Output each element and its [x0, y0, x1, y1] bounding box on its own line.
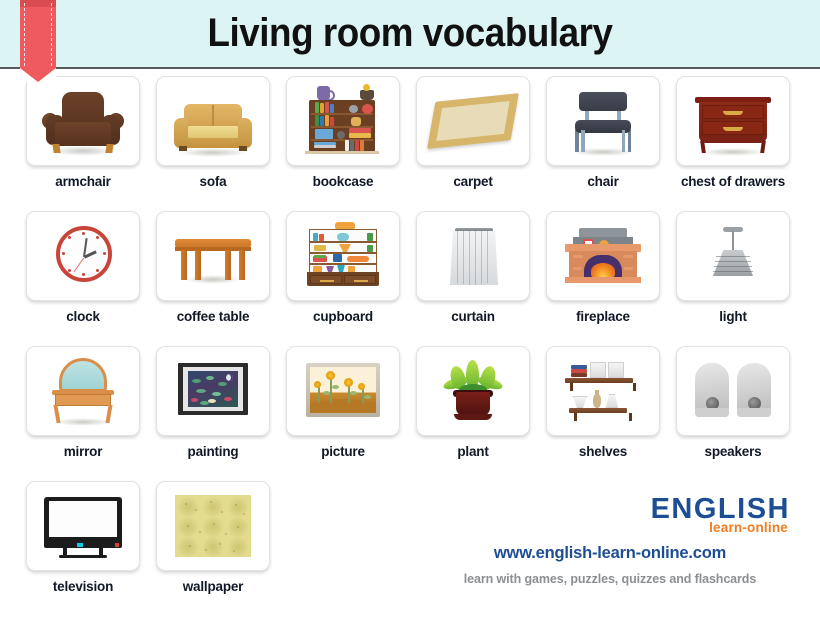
shelves-icon [553, 352, 653, 430]
vocab-label: light [719, 309, 747, 324]
television-icon [33, 487, 133, 565]
vocab-card-plant[interactable]: plant [416, 346, 530, 481]
vocab-label: curtain [451, 309, 495, 324]
vocab-card-mirror[interactable]: mirror [26, 346, 140, 481]
vocab-label: painting [187, 444, 239, 459]
card-image-curtain [416, 211, 530, 301]
card-image-chest-of-drawers [676, 76, 790, 166]
card-image-carpet [416, 76, 530, 166]
vocab-card-chair[interactable]: chair [546, 76, 660, 211]
vocab-card-picture[interactable]: picture [286, 346, 400, 481]
vocab-card-bookcase[interactable]: bookcase [286, 76, 400, 211]
brand-block: ENGLISH learn-online www.english-learn-o… [430, 495, 790, 586]
vocab-label: wallpaper [182, 579, 244, 594]
card-image-bookcase [286, 76, 400, 166]
vocab-card-wallpaper[interactable]: wallpaper [156, 481, 270, 616]
vocabulary-row: armchair sofa bookcase carpet chair ches… [0, 76, 820, 211]
vocab-card-light[interactable]: light [676, 211, 790, 346]
card-image-painting [156, 346, 270, 436]
vocab-label: armchair [55, 174, 111, 189]
vocab-card-carpet[interactable]: carpet [416, 76, 530, 211]
card-image-cupboard [286, 211, 400, 301]
card-image-picture [286, 346, 400, 436]
curtain-icon [423, 217, 523, 295]
card-image-coffee-table [156, 211, 270, 301]
vocab-card-painting[interactable]: painting [156, 346, 270, 481]
vocab-label: television [52, 579, 114, 594]
card-image-light [676, 211, 790, 301]
card-image-clock [26, 211, 140, 301]
card-image-speakers [676, 346, 790, 436]
vocab-label: carpet [453, 174, 493, 189]
mirror-icon [33, 352, 133, 430]
bookmark-ribbon-icon [20, 0, 56, 82]
card-image-armchair [26, 76, 140, 166]
vocab-card-fireplace[interactable]: fireplace [546, 211, 660, 346]
card-image-mirror [26, 346, 140, 436]
brand-logo-sub: learn-online [709, 520, 788, 535]
sofa-icon [163, 82, 263, 160]
vocab-label: picture [321, 444, 365, 459]
vocabulary-row: clock coffee table cupboard curtain fire… [0, 211, 820, 346]
vocab-card-cupboard[interactable]: cupboard [286, 211, 400, 346]
vocab-card-coffee-table[interactable]: coffee table [156, 211, 270, 346]
vocab-label: cupboard [313, 309, 373, 324]
carpet-icon [423, 82, 523, 160]
card-image-chair [546, 76, 660, 166]
brand-logo: ENGLISH learn-online [430, 495, 790, 535]
vocab-label: chest of drawers [680, 174, 786, 189]
vocab-card-chest-of-drawers[interactable]: chest of drawers [676, 76, 790, 211]
vocab-label: fireplace [576, 309, 630, 324]
vocab-label: coffee table [176, 309, 250, 324]
vocab-label: bookcase [312, 174, 374, 189]
vocab-label: sofa [199, 174, 227, 189]
card-image-sofa [156, 76, 270, 166]
card-image-plant [416, 346, 530, 436]
fireplace-icon [553, 217, 653, 295]
light-icon [683, 217, 783, 295]
brand-tagline: learn with games, puzzles, quizzes and f… [463, 571, 757, 586]
clock-icon [33, 217, 133, 295]
vocab-label: speakers [704, 444, 762, 459]
vocab-card-sofa[interactable]: sofa [156, 76, 270, 211]
chest-of-drawers-icon [683, 82, 783, 160]
card-image-television [26, 481, 140, 571]
vocab-label: chair [587, 174, 619, 189]
vocab-label: clock [66, 309, 100, 324]
card-image-shelves [546, 346, 660, 436]
card-image-wallpaper [156, 481, 270, 571]
vocab-label: shelves [578, 444, 628, 459]
cupboard-icon [293, 217, 393, 295]
wallpaper-icon [163, 487, 263, 565]
vocab-card-speakers[interactable]: speakers [676, 346, 790, 481]
vocab-label: mirror [63, 444, 103, 459]
vocabulary-row: mirror painting picture plant shelves sp… [0, 346, 820, 481]
vocab-label: plant [457, 444, 489, 459]
speakers-icon [683, 352, 783, 430]
bookcase-icon [293, 82, 393, 160]
card-image-fireplace [546, 211, 660, 301]
coffee-table-icon [163, 217, 263, 295]
brand-website-link[interactable]: www.english-learn-online.com [430, 544, 790, 563]
page-header: Living room vocabulary [0, 0, 820, 69]
armchair-icon [33, 82, 133, 160]
page-title: Living room vocabulary [207, 11, 613, 55]
vocab-card-clock[interactable]: clock [26, 211, 140, 346]
painting-icon [163, 352, 263, 430]
picture-icon [293, 352, 393, 430]
vocab-card-shelves[interactable]: shelves [546, 346, 660, 481]
vocab-card-armchair[interactable]: armchair [26, 76, 140, 211]
plant-icon [423, 352, 523, 430]
vocab-card-television[interactable]: television [26, 481, 140, 616]
chair-icon [553, 82, 653, 160]
vocab-card-curtain[interactable]: curtain [416, 211, 530, 346]
